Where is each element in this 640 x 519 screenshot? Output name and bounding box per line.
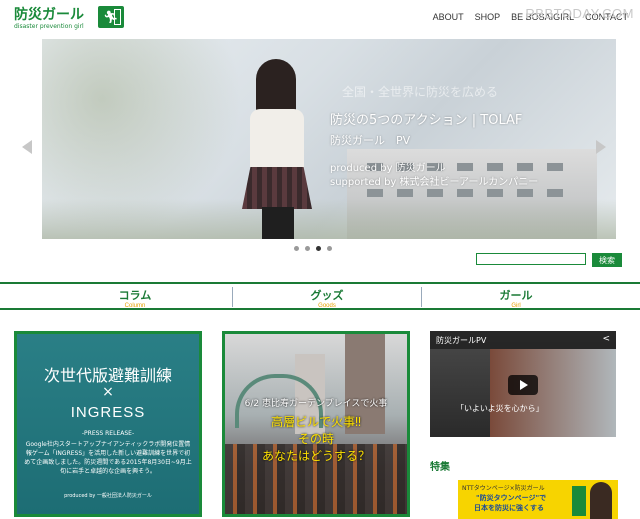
search-button[interactable]: 検索: [592, 253, 622, 267]
slider-dot-1[interactable]: [294, 246, 299, 251]
slide-background-grass: [42, 199, 616, 239]
slider-dot-3[interactable]: [316, 246, 321, 251]
site-header: 防災ガール disaster prevention girl 🏃︎ ABOUT …: [0, 0, 640, 36]
article-card-fire-drill[interactable]: 6/2 恵比寿ガーデンプレイスで火事 高層ビルで火事‼ その時 あなたはどうする…: [222, 331, 410, 517]
video-caption: 「いよいよ災を心から」: [456, 404, 544, 413]
emergency-exit-icon: 🏃︎: [98, 6, 124, 28]
category-girl[interactable]: ガール Girl: [423, 284, 609, 309]
category-divider: [232, 287, 233, 307]
feature-banner-townpage[interactable]: NTTタウンページ×防災ガール "防災タウンページ"で 日本を防災に強くする: [458, 480, 618, 519]
card-ingress-cross: ×: [102, 384, 114, 400]
video-player[interactable]: 防災ガールPV < 「いよいよ災を心から」: [430, 331, 616, 437]
card-fire-line3: その時: [297, 432, 334, 446]
hero-slider[interactable]: 全国・全世界に防災を広める 防災の5つのアクション | TOLAF 防災ガール …: [42, 39, 616, 239]
category-column[interactable]: コラム Column: [40, 284, 230, 309]
category-column-label: コラム: [118, 289, 152, 302]
nav-shop[interactable]: SHOP: [475, 12, 501, 22]
feature-heading: 特集: [430, 462, 450, 473]
site-logo[interactable]: 防災ガール disaster prevention girl 🏃︎: [14, 4, 124, 32]
category-girl-sub: Girl: [511, 303, 521, 309]
nav-about[interactable]: ABOUT: [433, 12, 464, 22]
slider-dot-4[interactable]: [327, 246, 332, 251]
slide-girl-figure: [232, 59, 322, 239]
search-box: 検索: [476, 253, 622, 267]
slide-title: 防災の5つのアクション | TOLAF: [330, 113, 523, 128]
category-column-sub: Column: [124, 303, 146, 309]
category-goods-label: グッズ: [310, 289, 344, 302]
logo-title: 防災ガール: [14, 7, 84, 23]
article-card-ingress[interactable]: 次世代版避難訓練 × INGRESS -PRESS RELEASE- Googl…: [14, 331, 202, 517]
card-ingress-title: 次世代版避難訓練: [43, 366, 172, 385]
card-ingress-produced: produced by 一般社団法人防災ガール: [64, 493, 152, 499]
video-title[interactable]: 防災ガールPV: [436, 335, 486, 346]
banner-line2: "防災タウンページ"で: [476, 494, 547, 502]
slide-subtitle: 防災ガール PV: [330, 134, 411, 147]
banner-person-image: [590, 482, 612, 519]
share-icon[interactable]: <: [602, 334, 610, 344]
card-fire-line4: あなたはどうする？: [261, 449, 370, 463]
card-ingress-press: -PRESS RELEASE-: [81, 430, 135, 437]
banner-line3: 日本を防災に強くする: [474, 504, 544, 512]
category-divider: [421, 287, 422, 307]
category-bar: コラム Column グッズ Goods ガール Girl: [0, 282, 640, 310]
category-goods-sub: Goods: [318, 303, 336, 309]
slide-credit: produced by 防災ガール supported by 株式会社ビーアール…: [330, 162, 610, 190]
slide-credit-produced: produced by 防災ガール: [330, 163, 446, 174]
banner-book-image: [572, 486, 586, 516]
banner-line1: NTTタウンページ×防災ガール: [462, 485, 545, 492]
category-girl-label: ガール: [499, 289, 533, 302]
slider-dots: [294, 246, 332, 251]
slider-dot-2[interactable]: [305, 246, 310, 251]
logo-subtitle: disaster prevention girl: [14, 23, 84, 30]
slider-prev-arrow-icon[interactable]: [22, 140, 32, 154]
slide-ghost-text: 全国・全世界に防災を広める: [342, 85, 499, 99]
card-fire-line2: 高層ビルで火事‼: [271, 415, 361, 429]
play-icon[interactable]: [508, 375, 538, 395]
card-ingress-name: INGRESS: [70, 404, 146, 421]
slider-next-arrow-icon[interactable]: [596, 140, 606, 154]
watermark: RBBTODAY.COM: [525, 6, 634, 21]
category-goods[interactable]: グッズ Goods: [234, 284, 420, 309]
slide-credit-supported: supported by 株式会社ビーアールカンパニー: [330, 177, 539, 188]
search-input[interactable]: [476, 253, 586, 265]
card-ingress-body: Google社内スタートアップナイアンティックラボ開発位置情報ゲーム「INGRE…: [24, 441, 192, 475]
slide-caption: 防災の5つのアクション | TOLAF 防災ガール PV produced by…: [330, 109, 610, 190]
card-fire-line1: 6/2 恵比寿ガーデンプレイスで火事: [244, 399, 388, 409]
